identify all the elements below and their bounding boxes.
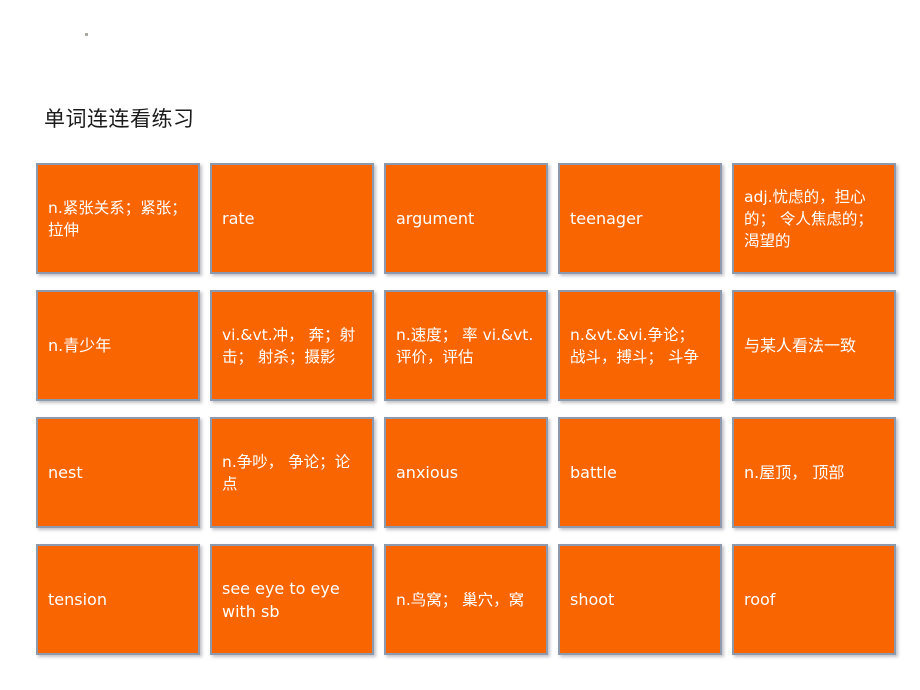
word-card-label: shoot (570, 590, 615, 609)
word-card[interactable]: rate (210, 163, 374, 274)
word-card-label: n.争吵， 争论；论点 (222, 452, 351, 493)
word-card[interactable]: adj.忧虑的，担心的； 令人焦虑的； 渴望的 (732, 163, 896, 274)
word-card-label: n.鸟窝； 巢穴，窝 (396, 590, 525, 609)
word-card[interactable]: anxious (384, 417, 548, 528)
word-card-label: nest (48, 463, 83, 482)
word-card[interactable]: vi.&vt.冲， 奔；射击； 射杀；摄影 (210, 290, 374, 401)
word-card-label: adj.忧虑的，担心的； 令人焦虑的； 渴望的 (744, 187, 873, 250)
word-card[interactable]: battle (558, 417, 722, 528)
word-card-label: anxious (396, 463, 459, 482)
word-card[interactable]: n.争吵， 争论；论点 (210, 417, 374, 528)
word-card[interactable]: nest (36, 417, 200, 528)
word-card-label: roof (744, 590, 776, 609)
word-card[interactable]: n.紧张关系；紧张； 拉伸 (36, 163, 200, 274)
word-card-label: rate (222, 209, 255, 228)
word-card[interactable]: 与某人看法一致 (732, 290, 896, 401)
word-card[interactable]: argument (384, 163, 548, 274)
word-card-label: n.速度； 率 vi.&vt.评价，评估 (396, 325, 534, 366)
stray-dot-mark (85, 33, 88, 36)
word-card[interactable]: n.速度； 率 vi.&vt.评价，评估 (384, 290, 548, 401)
word-card[interactable]: n.鸟窝； 巢穴，窝 (384, 544, 548, 655)
word-card[interactable]: roof (732, 544, 896, 655)
word-card-label: 与某人看法一致 (744, 336, 857, 355)
word-card[interactable]: teenager (558, 163, 722, 274)
word-card[interactable]: n.屋顶， 顶部 (732, 417, 896, 528)
word-card-label: n.青少年 (48, 336, 112, 355)
word-card-label: n.紧张关系；紧张； 拉伸 (48, 198, 187, 239)
page-title: 单词连连看练习 (44, 107, 195, 131)
word-card-label: teenager (570, 209, 643, 228)
word-card-label: n.&vt.&vi.争论； 战斗，搏斗； 斗争 (570, 325, 699, 366)
word-card-label: n.屋顶， 顶部 (744, 463, 845, 482)
word-card[interactable]: shoot (558, 544, 722, 655)
word-card-label: battle (570, 463, 617, 482)
word-card[interactable]: tension (36, 544, 200, 655)
word-card-label: see eye to eye with sb (222, 578, 340, 621)
word-match-card-grid: n.紧张关系；紧张； 拉伸 rate argument teenager adj.忧虑的… (36, 163, 896, 655)
word-card-label: vi.&vt.冲， 奔；射击； 射杀；摄影 (222, 325, 356, 366)
word-card[interactable]: n.&vt.&vi.争论； 战斗，搏斗； 斗争 (558, 290, 722, 401)
word-card[interactable]: n.青少年 (36, 290, 200, 401)
word-card-label: argument (396, 209, 475, 228)
word-card[interactable]: see eye to eye with sb (210, 544, 374, 655)
word-card-label: tension (48, 590, 107, 609)
